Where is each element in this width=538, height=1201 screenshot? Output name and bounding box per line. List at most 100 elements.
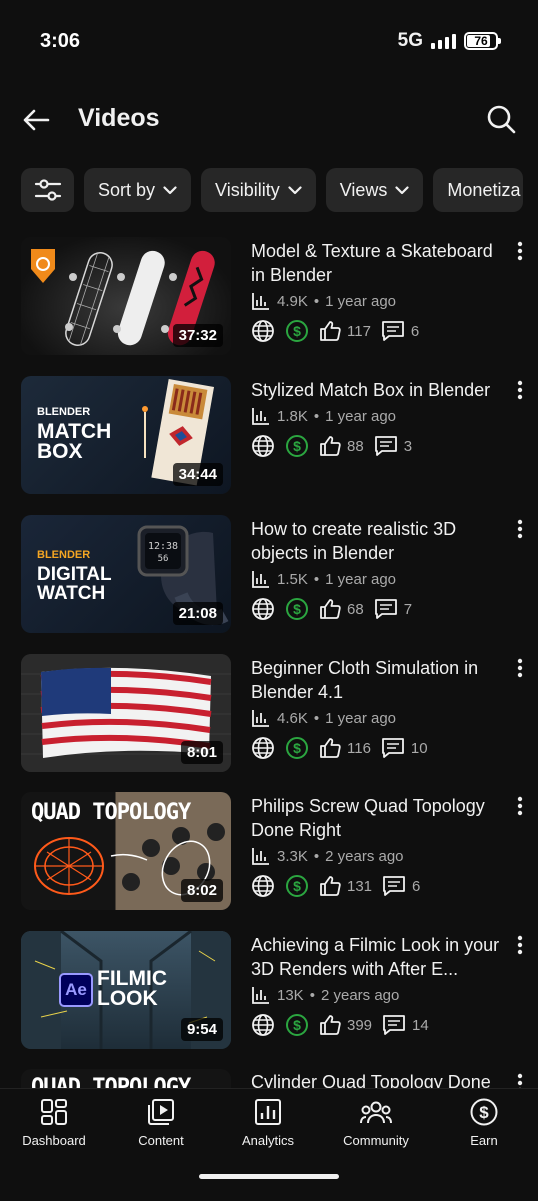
more-options-icon[interactable] <box>515 935 525 955</box>
comments: 3 <box>374 435 412 457</box>
comment-icon <box>383 876 405 896</box>
comment-icon <box>374 436 397 456</box>
more-options-icon[interactable] <box>515 796 525 816</box>
video-metrics: $ 131 6 <box>251 874 420 898</box>
chevron-down-icon <box>395 185 410 194</box>
video-thumbnail[interactable]: 37:32 <box>21 237 231 355</box>
svg-text:$: $ <box>293 740 301 756</box>
view-count: 1.5K <box>277 570 308 588</box>
filter-button[interactable] <box>21 168 74 212</box>
comment-icon <box>382 738 404 758</box>
video-item[interactable]: QUAD TOPOLOGY 8:02 Philips Screw Quad To… <box>21 792 529 910</box>
more-options-icon[interactable] <box>515 658 525 678</box>
chevron-down-icon <box>163 185 177 194</box>
video-item[interactable]: QUAD TOPOLOGY Cylinder Quad Topology Don… <box>21 1069 529 1089</box>
thumbs-up-icon <box>320 321 341 341</box>
globe-icon <box>252 435 274 457</box>
home-gesture-bar[interactable] <box>199 1174 339 1179</box>
video-stats: 13K • 2 years ago <box>251 985 399 1005</box>
nav-earn[interactable]: $ Earn <box>434 1097 534 1148</box>
video-title[interactable]: How to create realistic 3D objects in Bl… <box>251 517 509 565</box>
views-chip[interactable]: Views <box>325 168 424 212</box>
monetization-label: Monetiza <box>447 179 521 200</box>
more-options-icon[interactable] <box>515 519 525 539</box>
video-title[interactable]: Beginner Cloth Simulation in Blender 4.1 <box>251 656 509 704</box>
battery-icon: 76 <box>464 32 501 50</box>
thumbs-up-icon <box>320 1015 341 1035</box>
video-item[interactable]: BLENDER MATCH BOX 34:44 Stylized Match B… <box>21 376 529 494</box>
sort-by-chip[interactable]: Sort by <box>84 168 192 212</box>
monetization-dollar-icon: $ <box>286 435 308 457</box>
nav-community[interactable]: Community <box>326 1097 426 1148</box>
video-duration: 21:08 <box>172 602 223 625</box>
nav-analytics[interactable]: Analytics <box>218 1097 318 1148</box>
video-metrics: $ 88 3 <box>251 434 412 458</box>
like-count: 117 <box>347 322 371 340</box>
status-time: 3:06 <box>40 30 81 52</box>
likes: 88 <box>319 435 364 457</box>
video-thumbnail[interactable]: 8:01 <box>21 654 231 772</box>
video-title[interactable]: Stylized Match Box in Blender <box>251 378 509 402</box>
community-icon <box>360 1101 392 1124</box>
video-thumbnail[interactable]: QUAD TOPOLOGY 8:02 <box>21 792 231 910</box>
nav-dashboard[interactable]: Dashboard <box>4 1097 104 1148</box>
svg-text:56: 56 <box>158 554 169 564</box>
views-label: Views <box>339 179 388 200</box>
likes: 116 <box>319 737 371 759</box>
view-count: 4.9K <box>277 292 308 310</box>
monetization-chip[interactable]: Monetiza <box>433 168 524 212</box>
monetization-dollar-icon: $ <box>286 1014 308 1036</box>
video-item[interactable]: BLENDER DIGITAL WATCH 12:38 56 21:08 How… <box>21 515 529 633</box>
nav-content[interactable]: Content <box>111 1097 211 1148</box>
video-thumbnail[interactable]: BLENDER MATCH BOX 34:44 <box>21 376 231 494</box>
video-duration: 37:32 <box>172 324 223 347</box>
video-metrics: $ 117 6 <box>251 319 419 343</box>
video-metrics: $ 68 7 <box>251 597 412 621</box>
nav-analytics-label: Analytics <box>241 1133 295 1148</box>
more-options-icon[interactable] <box>515 380 525 400</box>
status-bar: 3:06 5G 76 <box>0 0 538 80</box>
upload-age: 1 year ago <box>325 570 397 588</box>
likes: 399 <box>319 1014 372 1036</box>
globe-icon <box>252 1014 274 1036</box>
video-title[interactable]: Achieving a Filmic Look in your 3D Rende… <box>251 933 509 981</box>
likes: 68 <box>319 598 364 620</box>
app-bar: Videos <box>0 92 538 148</box>
bottom-navigation: Dashboard Content Analytics Community $ … <box>0 1088 538 1201</box>
upload-age: 2 years ago <box>320 986 400 1004</box>
video-item[interactable]: 8:01 Beginner Cloth Simulation in Blende… <box>21 654 529 772</box>
upload-age: 2 years ago <box>325 847 404 865</box>
more-options-icon[interactable] <box>515 1073 525 1089</box>
video-title[interactable]: Philips Screw Quad Topology Done Right <box>251 794 509 842</box>
like-count: 399 <box>347 1016 373 1034</box>
video-stats: 4.6K • 1 year ago <box>251 708 396 728</box>
video-item[interactable]: 37:32 Model & Texture a Skateboard in Bl… <box>21 237 529 355</box>
video-thumbnail[interactable]: BLENDER DIGITAL WATCH 12:38 56 21:08 <box>21 515 231 633</box>
comments: 10 <box>381 737 428 759</box>
thumb-text: FILMIC LOOK <box>97 967 167 1010</box>
video-metrics: $ 399 14 <box>251 1013 429 1037</box>
video-stats: 4.9K • 1 year ago <box>251 291 396 311</box>
thumbs-up-icon <box>320 599 341 619</box>
video-title[interactable]: Model & Texture a Skateboard in Blender <box>251 239 509 287</box>
comments: 7 <box>374 598 412 620</box>
search-icon[interactable] <box>484 102 518 136</box>
video-thumbnail[interactable]: QUAD TOPOLOGY <box>21 1069 231 1089</box>
video-title[interactable]: Cylinder Quad Topology Done <box>251 1070 509 1089</box>
comment-icon <box>382 321 404 341</box>
analytics-bars-icon <box>252 408 269 425</box>
video-duration: 8:02 <box>180 879 223 902</box>
nav-content-label: Content <box>138 1133 184 1148</box>
like-count: 116 <box>347 739 371 757</box>
video-thumbnail[interactable]: Ae FILMIC LOOK 9:54 <box>21 931 231 1049</box>
more-options-icon[interactable] <box>515 241 525 261</box>
comment-count: 6 <box>412 877 421 895</box>
video-duration: 9:54 <box>180 1018 223 1041</box>
comment-count: 3 <box>403 437 413 455</box>
globe-icon <box>252 875 274 897</box>
arrow-left-icon[interactable] <box>20 104 52 136</box>
video-item[interactable]: Ae FILMIC LOOK 9:54 Achieving a Filmic L… <box>21 931 529 1049</box>
view-count: 3.3K <box>277 847 308 865</box>
nav-earn-label: Earn <box>470 1133 498 1148</box>
visibility-chip[interactable]: Visibility <box>201 168 316 212</box>
